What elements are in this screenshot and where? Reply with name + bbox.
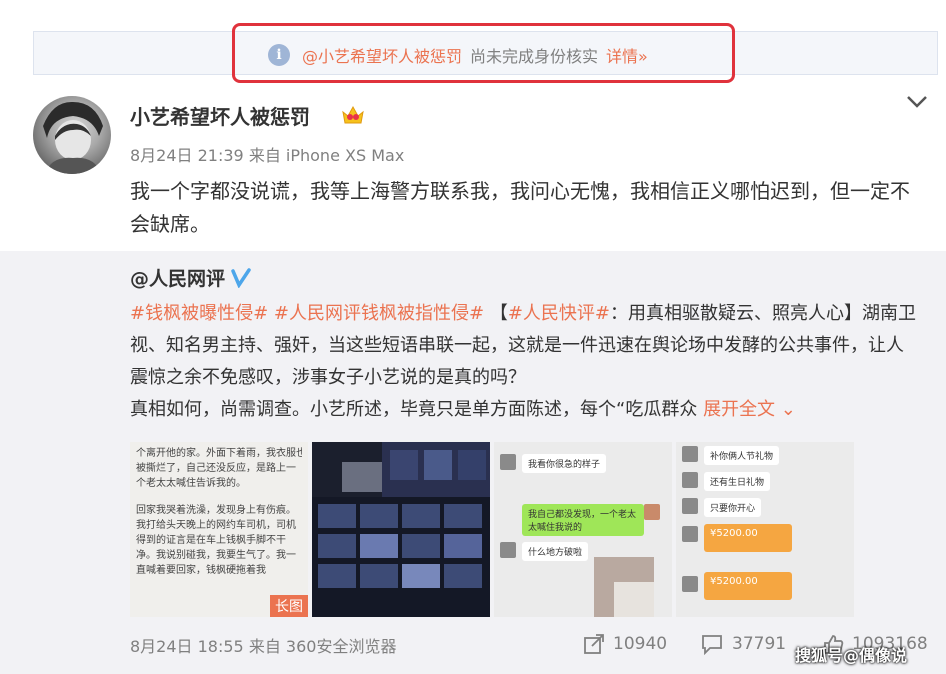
photo-monitor-screens: [312, 442, 490, 617]
comment-count: 37791: [732, 634, 787, 654]
chat-avatar: [682, 498, 698, 514]
identity-notice: i @小艺希望坏人被惩罚 尚未完成身份核实 详情»: [268, 41, 648, 69]
verified-v-icon: [231, 267, 251, 288]
notice-details-link[interactable]: 详情»: [606, 43, 648, 67]
comment-icon: [702, 635, 722, 655]
post-text: 我一个字都没说谎，我等上海警方联系我，我问心无愧，我相信正义哪怕迟到，但一定不会…: [130, 179, 910, 236]
expand-label[interactable]: 展开全文: [703, 399, 775, 420]
chat-message: 还有生日礼物: [704, 472, 771, 491]
long-image-line: 回家我哭着洗澡，发现身上有伤痕。: [136, 505, 296, 516]
comment-button[interactable]: 37791: [700, 633, 786, 655]
chat-message: 补你俩人节礼物: [704, 446, 780, 465]
chevron-down-icon[interactable]: [906, 95, 928, 109]
long-image-line: [136, 491, 302, 503]
long-image-line: 得到的证言是在车上钱枫手脚不干: [136, 535, 286, 546]
transfer-card: ¥5200.00: [704, 572, 792, 600]
hashtag-link[interactable]: #钱枫被曝性侵#: [130, 303, 268, 324]
post-timestamp[interactable]: 8月24日 21:39 来自 iPhone XS Max: [130, 142, 404, 166]
long-image-line: 被撕烂了，自己还没反应，是路上一: [136, 463, 296, 474]
chat-avatar: [682, 576, 698, 592]
image-thumbnail[interactable]: [312, 442, 490, 617]
repost-body-b: 真相如何，尚需调查。小艺所述，毕竟只是单方面陈述，每个“吃瓜群众: [130, 399, 698, 420]
long-image-text: 个离开他的家。外面下着雨，我衣服也 被撕烂了，自己还没反应，是路上一 个老太太喊住告…: [130, 442, 308, 582]
avatar-image: [43, 101, 103, 174]
repost-author[interactable]: @人民网评: [130, 264, 251, 291]
chat-avatar: [682, 472, 698, 488]
repost-count: 10940: [613, 634, 668, 654]
notice-text: 尚未完成身份核实: [470, 47, 599, 66]
image-thumbnail[interactable]: 我看你很急的样子 我自己都没发现，一个老太太喊住我说的 什么地方破啦: [494, 442, 672, 617]
repost-author-name[interactable]: @人民网评: [130, 264, 225, 291]
info-icon: i: [268, 44, 290, 66]
avatar[interactable]: [33, 96, 111, 174]
post-username[interactable]: 小艺希望坏人被惩罚: [130, 101, 310, 130]
vip-crown-icon[interactable]: [340, 104, 366, 126]
hashtag-link[interactable]: #人民网评钱枫被指性侵#: [274, 303, 484, 324]
watermark: 搜狐号@偶像说: [795, 646, 908, 665]
transfer-card: ¥5200.00: [704, 524, 792, 552]
blurred-photo: [594, 557, 654, 617]
bracket-open: 【: [489, 303, 508, 324]
repost-timestamp[interactable]: 8月24日 18:55 来自 360安全浏览器: [130, 633, 396, 657]
chat-avatar: [644, 504, 660, 520]
long-image-line: 直喊着要回家，钱枫硬拖着我: [136, 565, 266, 576]
chat-avatar: [682, 446, 698, 462]
image-thumbnail[interactable]: 补你俩人节礼物 还有生日礼物 只要你开心 ¥5200.00 ¥5200.00: [676, 442, 854, 617]
chat-message: 我自己都没发现，一个老太太喊住我说的: [522, 504, 644, 536]
chevron-down-icon: ⌄: [780, 399, 796, 420]
hashtag-link[interactable]: #人民快评#: [508, 303, 610, 324]
chat-avatar: [682, 526, 698, 542]
repost-button[interactable]: 10940: [583, 633, 667, 655]
chat-avatar: [500, 542, 516, 558]
chat-avatar: [500, 454, 516, 470]
notice-username-link[interactable]: @小艺希望坏人被惩罚: [302, 43, 462, 67]
long-image-line: 我打给头天晚上的网约车司机，司机: [136, 520, 296, 531]
expand-link[interactable]: 展开全文 ⌄: [703, 399, 796, 420]
share-icon: [584, 634, 604, 654]
chat-message: 我看你很急的样子: [522, 454, 607, 473]
long-image-line: 个老太太喊住告诉我的。: [136, 478, 246, 489]
chat-message: 只要你开心: [704, 498, 762, 517]
long-image-line: 个离开他的家。外面下着雨，我衣服也: [136, 448, 302, 459]
long-image-badge: 长图: [270, 595, 308, 617]
image-thumbnail[interactable]: 个离开他的家。外面下着雨，我衣服也 被撕烂了，自己还没反应，是路上一 个老太太喊住告…: [130, 442, 308, 617]
repost-text: #钱枫被曝性侵# #人民网评钱枫被指性侵# 【#人民快评#：用真相驱散疑云、照亮…: [130, 298, 920, 426]
long-image-line: 净。我说别碰我，我要生气了。我一: [136, 550, 296, 561]
